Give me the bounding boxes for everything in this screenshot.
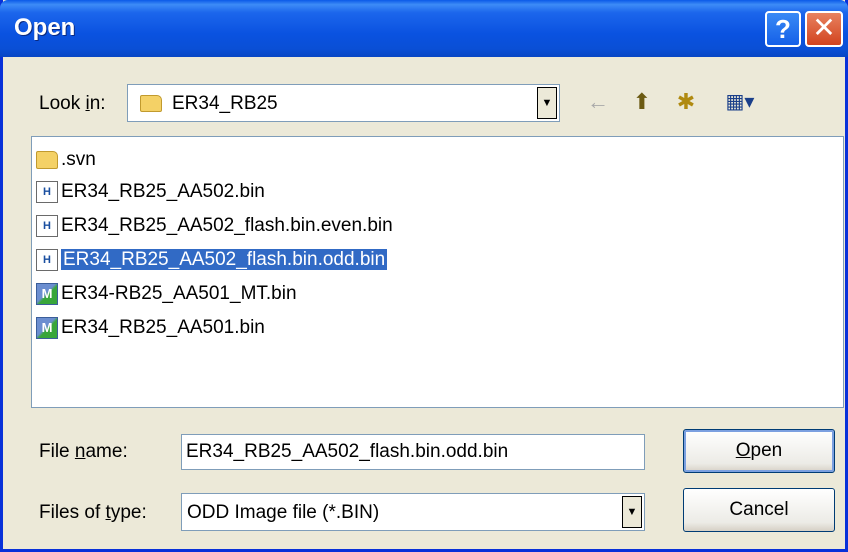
- cancel-button[interactable]: Cancel: [683, 488, 835, 532]
- title-bar[interactable]: Open ? ✕: [0, 0, 848, 57]
- folder-icon: [140, 95, 162, 112]
- look-in-dropdown[interactable]: ER34_RB25 ▼: [127, 84, 560, 122]
- look-in-label: Look in:: [39, 93, 106, 114]
- help-button[interactable]: ?: [765, 11, 801, 47]
- look-in-value: ER34_RB25: [172, 93, 278, 114]
- list-item[interactable]: H ER34_RB25_AA502_flash.bin.even.bin: [36, 213, 397, 239]
- window-title: Open: [14, 14, 76, 41]
- bin-file-icon: H: [36, 214, 58, 237]
- chevron-down-icon[interactable]: ▼: [537, 87, 557, 119]
- list-item[interactable]: M ER34_RB25_AA501.bin: [36, 315, 269, 341]
- bin-check-icon: M: [36, 282, 58, 305]
- bin-file-icon: H: [36, 180, 58, 203]
- open-dialog: Open ? ✕ Look in: ER34_RB25 ▼ ← ⬆ ✱ ▦▾ .…: [0, 0, 848, 552]
- bin-file-icon: H: [36, 248, 58, 271]
- file-name-label: File name:: [39, 441, 128, 462]
- close-button[interactable]: ✕: [805, 11, 843, 47]
- new-folder-icon[interactable]: ✱: [669, 86, 703, 118]
- list-item-selected[interactable]: H ER34_RB25_AA502_flash.bin.odd.bin: [36, 247, 391, 273]
- open-button[interactable]: Open: [683, 429, 835, 473]
- list-item[interactable]: H ER34_RB25_AA502.bin: [36, 179, 269, 205]
- bin-check-icon: M: [36, 316, 58, 339]
- view-menu-icon[interactable]: ▦▾: [715, 86, 765, 118]
- file-list[interactable]: .svn H ER34_RB25_AA502.bin H ER34_RB25_AA5…: [31, 136, 844, 408]
- file-name-input[interactable]: ER34_RB25_AA502_flash.bin.odd.bin: [181, 434, 645, 470]
- chevron-down-icon[interactable]: ▼: [622, 496, 642, 528]
- back-icon[interactable]: ←: [581, 86, 615, 118]
- list-item[interactable]: .svn: [36, 147, 100, 173]
- file-type-dropdown[interactable]: ODD Image file (*.BIN) ▼: [181, 493, 645, 531]
- list-item[interactable]: M ER34-RB25_AA501_MT.bin: [36, 281, 301, 307]
- file-type-value: ODD Image file (*.BIN): [187, 502, 380, 523]
- folder-icon: [36, 150, 58, 169]
- up-folder-icon[interactable]: ⬆: [625, 86, 659, 118]
- file-type-label: Files of type:: [39, 502, 147, 523]
